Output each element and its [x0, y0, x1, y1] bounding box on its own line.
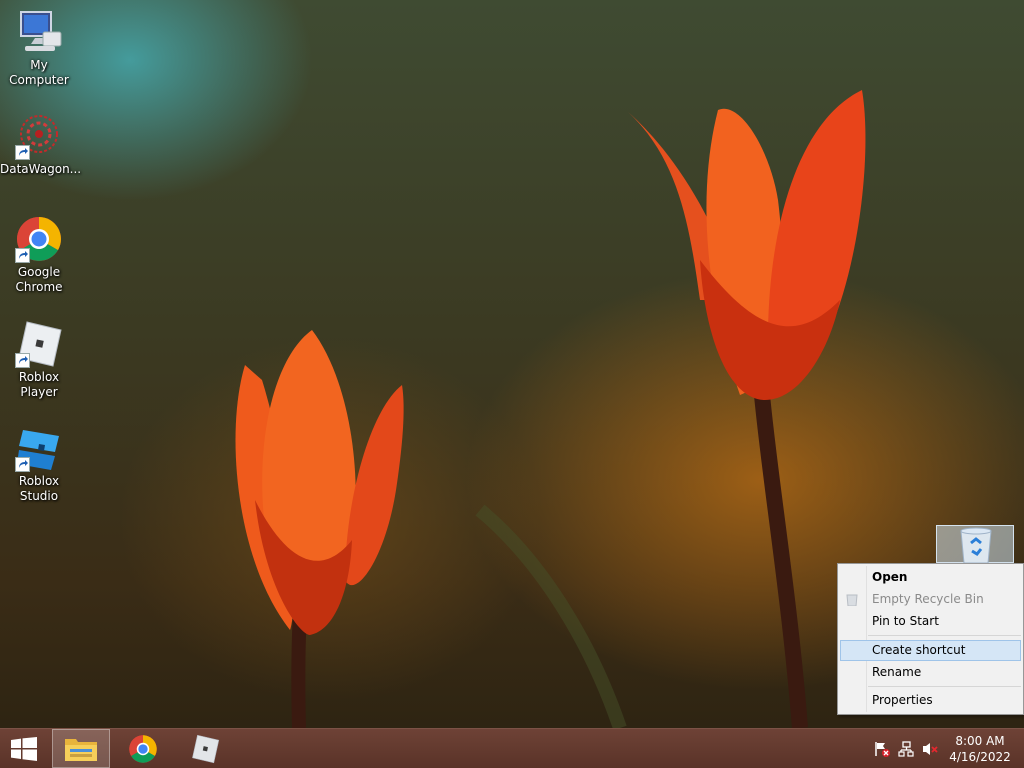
datawagon-icon — [15, 112, 63, 160]
clock-time: 8:00 AM — [955, 734, 1005, 748]
roblox-player-icon — [15, 320, 63, 368]
desktop-icon-label: DataWagon... — [0, 162, 82, 176]
empty-bin-icon — [846, 594, 858, 606]
shortcut-arrow-icon — [15, 248, 30, 263]
taskbar: 8:00 AM 4/16/2022 — [0, 728, 1024, 768]
roblox-studio-icon — [15, 424, 63, 472]
menu-separator — [868, 635, 1021, 636]
shortcut-arrow-icon — [15, 145, 30, 160]
start-button[interactable] — [0, 729, 48, 768]
desktop-icon-label: Roblox Player — [18, 370, 60, 399]
desktop-icon-roblox-studio[interactable]: Roblox Studio — [0, 424, 78, 504]
taskbar-roblox-player[interactable] — [176, 729, 234, 768]
menu-item-label: Create shortcut — [872, 643, 966, 657]
menu-item-empty-recycle-bin[interactable]: Empty Recycle Bin — [840, 589, 1021, 610]
menu-item-pin-to-start[interactable]: Pin to Start — [840, 611, 1021, 632]
desktop-icon-google-chrome[interactable]: Google Chrome — [0, 215, 78, 295]
taskbar-google-chrome[interactable] — [114, 729, 172, 768]
desktop-icon-roblox-player[interactable]: Roblox Player — [0, 320, 78, 400]
menu-item-properties[interactable]: Properties — [840, 690, 1021, 711]
menu-item-open[interactable]: Open — [840, 567, 1021, 588]
context-menu: Open Empty Recycle Bin Pin to Start Crea… — [837, 563, 1024, 715]
menu-item-create-shortcut[interactable]: Create shortcut — [840, 640, 1021, 661]
menu-separator — [868, 686, 1021, 687]
volume-muted-icon[interactable] — [922, 741, 938, 757]
shortcut-arrow-icon — [15, 353, 30, 368]
file-explorer-icon — [65, 738, 97, 761]
menu-item-rename[interactable]: Rename — [840, 662, 1021, 683]
chrome-icon — [129, 734, 157, 763]
clock-date: 4/16/2022 — [949, 750, 1011, 764]
roblox-icon — [192, 734, 220, 763]
computer-icon — [15, 8, 63, 56]
chrome-icon — [15, 215, 63, 263]
taskbar-file-explorer[interactable] — [52, 729, 110, 768]
menu-item-label: Pin to Start — [872, 614, 939, 628]
taskbar-clock[interactable]: 8:00 AM 4/16/2022 — [944, 733, 1016, 765]
action-center-flag-icon[interactable] — [874, 741, 890, 757]
recycle-bin-icon — [960, 527, 992, 563]
desktop-icon-label: Roblox Studio — [18, 474, 60, 503]
desktop[interactable]: My Computer DataWagon... Google Chrome R… — [0, 0, 1024, 728]
menu-item-label: Empty Recycle Bin — [872, 592, 984, 606]
desktop-icon-recycle-bin[interactable] — [936, 525, 1014, 563]
menu-item-label: Open — [872, 570, 908, 584]
network-icon[interactable] — [898, 741, 914, 757]
desktop-icon-label: Google Chrome — [15, 265, 63, 294]
menu-item-label: Rename — [872, 665, 922, 679]
desktop-icon-datawagon[interactable]: DataWagon... — [0, 112, 82, 177]
desktop-icon-label: My Computer — [9, 58, 69, 87]
menu-item-label: Properties — [872, 693, 933, 707]
windows-logo-icon — [11, 736, 37, 761]
shortcut-arrow-icon — [15, 457, 30, 472]
desktop-icon-my-computer[interactable]: My Computer — [0, 8, 78, 88]
